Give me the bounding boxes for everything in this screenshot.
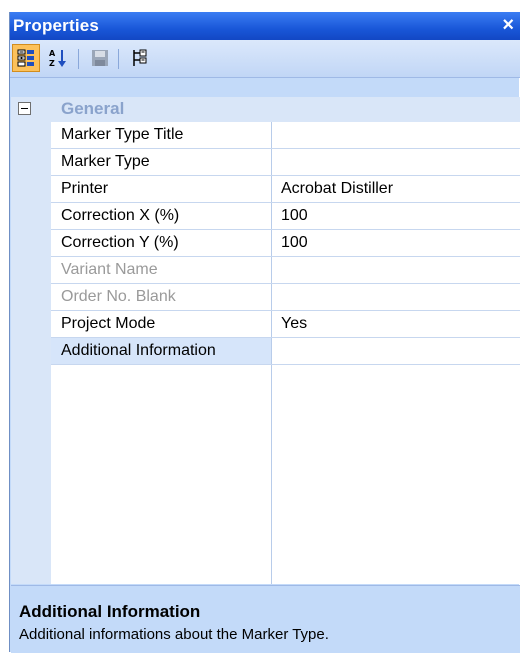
alphabetical-button[interactable]: A Z — [44, 44, 72, 72]
categorized-icon — [17, 49, 34, 67]
property-name: Printer — [61, 180, 109, 197]
property-value[interactable]: 100 — [281, 234, 308, 252]
toolbar-separator — [78, 49, 79, 69]
property-name: Marker Type — [61, 153, 150, 170]
property-name: Variant Name — [61, 261, 158, 278]
alphabetical-icon: A Z — [49, 49, 66, 68]
description-text: Additional informations about the Marker… — [19, 626, 329, 643]
property-row[interactable]: Printer Acrobat Distiller — [51, 176, 520, 203]
property-row-disabled: Variant Name — [51, 257, 520, 284]
property-row[interactable]: Correction X (%) 100 — [51, 203, 520, 230]
svg-text:Z: Z — [49, 59, 55, 68]
collapse-icon[interactable] — [18, 102, 31, 115]
close-icon[interactable]: × — [502, 14, 514, 36]
properties-panel: Properties × A Z General Marker Type Tit… — [9, 12, 520, 653]
property-row[interactable]: Marker Type Title — [51, 122, 520, 149]
category-general[interactable]: General — [11, 97, 520, 122]
property-name: Project Mode — [61, 315, 156, 332]
title-bar: Properties × — [10, 12, 520, 40]
property-name: Correction X (%) — [61, 207, 180, 224]
save-icon — [92, 50, 108, 66]
property-pages-icon — [133, 49, 147, 66]
property-value[interactable]: Acrobat Distiller — [281, 180, 393, 198]
property-grid: General Marker Type Title Marker Type Pr… — [11, 97, 520, 584]
property-name: Order No. Blank — [61, 288, 176, 305]
save-button[interactable] — [86, 44, 114, 72]
description-pane: Additional Information Additional inform… — [11, 585, 520, 653]
property-row-selected[interactable]: Additional Information — [51, 338, 520, 365]
property-row-disabled: Order No. Blank — [51, 284, 520, 311]
property-pages-button[interactable] — [126, 44, 154, 72]
categorized-button[interactable] — [12, 44, 40, 72]
property-name: Additional Information — [61, 342, 216, 359]
property-name: Marker Type Title — [61, 126, 184, 143]
svg-text:A: A — [49, 49, 56, 58]
grid-gutter — [11, 97, 51, 584]
property-value[interactable]: 100 — [281, 207, 308, 225]
property-value[interactable]: Yes — [281, 315, 307, 333]
category-label: General — [61, 99, 125, 118]
toolbar: A Z — [10, 40, 520, 78]
description-title: Additional Information — [19, 602, 201, 621]
toolbar-separator — [118, 49, 119, 69]
property-row[interactable]: Marker Type — [51, 149, 520, 176]
property-row[interactable]: Correction Y (%) 100 — [51, 230, 520, 257]
property-name: Correction Y (%) — [61, 234, 179, 251]
property-row[interactable]: Project Mode Yes — [51, 311, 520, 338]
panel-title: Properties — [13, 16, 100, 35]
